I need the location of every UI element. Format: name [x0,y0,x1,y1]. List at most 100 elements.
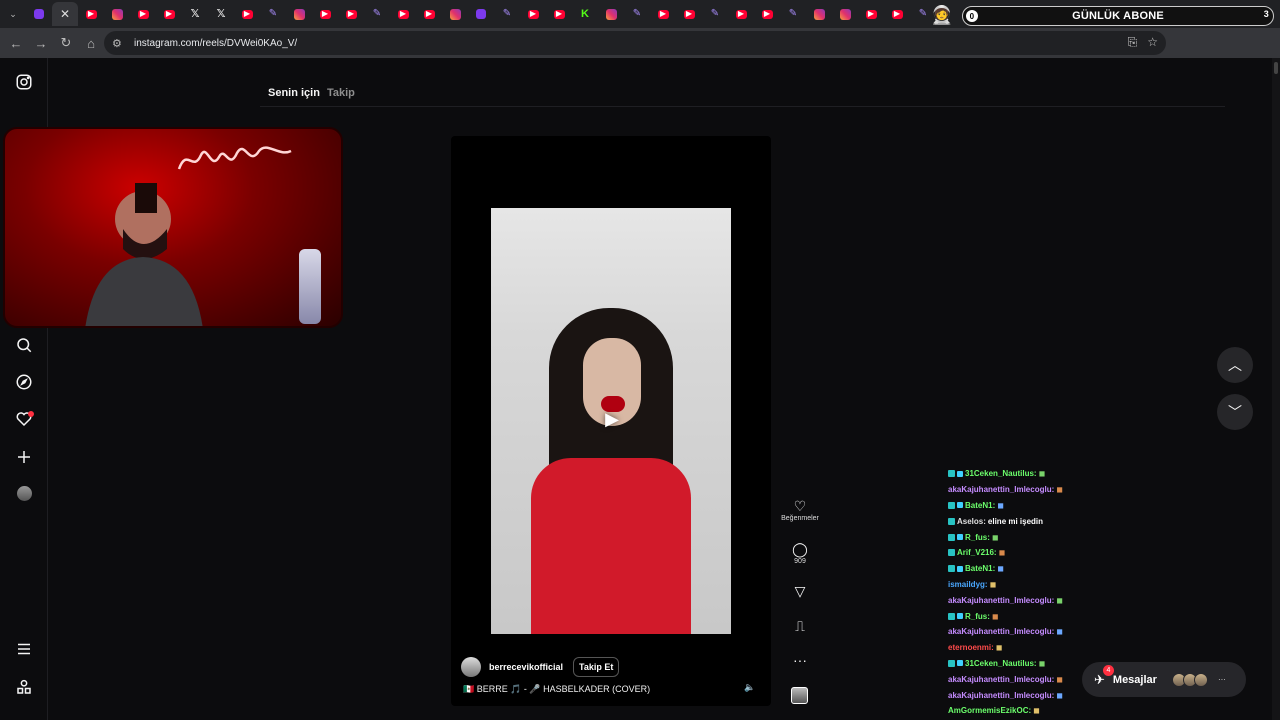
browser-tab[interactable]: K [572,2,598,26]
likes-label: Beğenmeler [781,515,819,522]
browser-tab[interactable]: ▶ [156,2,182,26]
yt-favicon-icon: ▶ [163,9,175,19]
tab-following[interactable]: Takip [327,87,355,99]
instagram-logo-icon[interactable] [14,72,34,92]
chat-emote-icon: ◼ [1056,690,1063,700]
profile-avatar[interactable] [17,486,32,501]
browser-tab[interactable]: ✎ [780,2,806,26]
browser-tab[interactable]: ▶ [416,2,442,26]
create-plus-icon[interactable] [14,447,34,467]
install-app-icon[interactable]: ⎘ [1128,35,1138,50]
browser-tab[interactable]: 𝕏 [208,2,234,26]
audio-toggle-icon[interactable]: 🔈 [742,679,758,695]
more-dots-icon: ··· [1217,675,1226,684]
explore-compass-icon[interactable] [14,372,34,392]
browser-tab[interactable]: ✎ [494,2,520,26]
browser-tab[interactable]: ✎ [364,2,390,26]
neon-sign-graphic [177,146,292,170]
chevron-up-icon: ︿ [1228,357,1242,373]
audio-track-avatar[interactable] [791,687,808,704]
address-toolbar: ← → ↻ ⌂ ⚙ instagram.com/reels/DVWei0KAo_… [0,28,1280,77]
browser-tab[interactable]: ▶ [676,2,702,26]
messages-button[interactable]: ✈ 4 Mesajlar ··· [1082,662,1246,697]
more-menu-icon[interactable] [14,639,34,659]
site-settings-icon[interactable]: ⚙ [112,37,128,50]
browser-tab[interactable] [104,2,130,26]
browser-tab[interactable]: ▶ [884,2,910,26]
yt-favicon-icon: ▶ [137,9,149,19]
more-options-button[interactable]: ··· [778,651,822,669]
chat-username: Arif_V216: [957,548,997,558]
bookmark-icon: ⎍ [795,618,805,634]
browser-tab[interactable]: ▶ [390,2,416,26]
address-bar[interactable]: ⚙ instagram.com/reels/DVWei0KAo_V/ ⎘ ☆ [104,31,1166,55]
browser-tab[interactable]: ▶ [754,2,780,26]
browser-tab[interactable]: 𝕏 [182,2,208,26]
browser-tab[interactable]: ▶ [338,2,364,26]
also-from-meta-icon[interactable] [14,677,34,697]
x-favicon-icon: 𝕏 [216,7,226,20]
browser-tab[interactable] [598,2,624,26]
close-tab-icon[interactable]: ✕ [60,8,71,20]
browser-tab[interactable]: ▶ [650,2,676,26]
follow-button[interactable]: Takip Et [573,657,620,677]
browser-tab[interactable]: ▶ [546,2,572,26]
browser-tab[interactable]: ▶ [858,2,884,26]
banner-title: GÜNLÜK ABONE [1072,10,1164,22]
browser-tab[interactable]: ▶ [130,2,156,26]
next-reel-button[interactable]: ﹀ [1217,394,1253,430]
tab-for-you[interactable]: Senin için [268,87,320,99]
browser-tab[interactable] [286,2,312,26]
browser-tab[interactable]: ▶ [520,2,546,26]
chat-username: R_fus: [965,532,990,542]
bookmark-star-icon[interactable]: ☆ [1147,35,1158,50]
browser-tab[interactable]: ✎ [624,2,650,26]
browser-tab[interactable]: ▶ [312,2,338,26]
search-icon[interactable] [14,335,34,355]
chat-username: akaKajuhanettin_Imlecoglu: [948,627,1055,637]
play-icon[interactable]: ▶ [599,406,625,432]
previous-reel-button[interactable]: ︿ [1217,347,1253,383]
save-button[interactable]: ⎍ [778,617,822,635]
share-button[interactable]: ▽ [778,582,822,600]
back-icon[interactable]: ← [4,31,28,55]
yt-favicon-icon: ▶ [319,9,331,19]
browser-tab[interactable] [806,2,832,26]
chat-message: Aselos: eline mi işedin [948,513,1138,529]
chat-emote-icon: ◼ [1033,706,1040,716]
chat-emote-icon: ◼ [1056,627,1063,637]
feather-favicon-icon: ✎ [632,8,642,19]
chat-username: akaKajuhanettin_Imlecoglu: [948,674,1055,684]
browser-tab[interactable]: ▶ [728,2,754,26]
browser-tab[interactable]: ✕ [52,2,78,26]
home-icon[interactable]: ⌂ [79,31,103,55]
reload-icon[interactable]: ↻ [54,31,78,55]
ig-favicon-icon [605,8,617,20]
messages-send-icon: ✈ 4 [1094,664,1114,688]
chat-message: 31Ceken_Nautilus: ◼ [948,466,1138,482]
browser-tab[interactable] [26,2,52,26]
browser-tab[interactable] [442,2,468,26]
browser-tab[interactable]: ✎ [260,2,286,26]
browser-tab[interactable] [832,2,858,26]
tab-search-chevron-icon[interactable]: ⌄ [4,5,22,23]
chat-emote-icon: ◼ [997,564,1004,574]
more-dots-icon: ··· [793,652,807,668]
page-scrollbar[interactable] [1272,58,1280,720]
browser-tab[interactable] [468,2,494,26]
browser-tab[interactable]: ▶ [234,2,260,26]
notification-dot [28,411,34,417]
yt-favicon-icon: ▶ [657,9,669,19]
kick-favicon-icon: K [581,7,589,20]
forward-icon[interactable]: → [29,31,53,55]
author-name[interactable]: berrecevikofficial [489,662,563,672]
comments-button[interactable]: ◯ 909 [778,540,822,565]
browser-tab[interactable]: ✎ [702,2,728,26]
chat-username: akaKajuhanettin_Imlecoglu: [948,595,1055,605]
browser-tab[interactable]: ▶ [78,2,104,26]
streamer-mascot-icon: 🧑‍🚀 [930,4,954,25]
yt-favicon-icon: ▶ [553,9,565,19]
author-avatar[interactable] [461,657,481,677]
like-button[interactable]: ♡ Beğenmeler [778,497,822,522]
chat-emote-icon: ◼ [997,500,1004,510]
